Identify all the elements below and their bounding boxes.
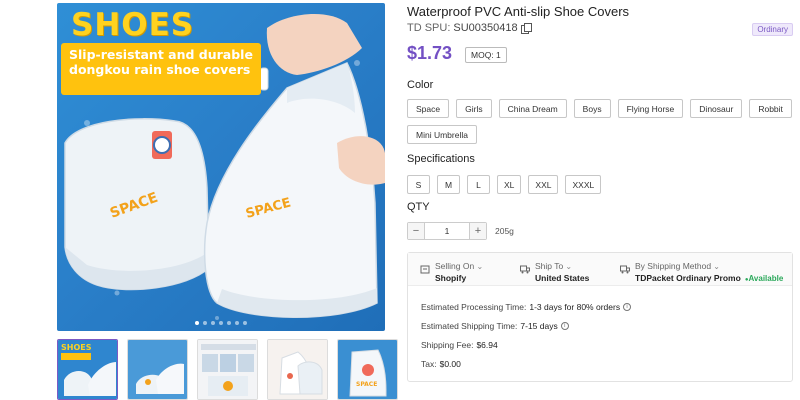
copy-icon[interactable] (520, 23, 532, 34)
thumbnail-1-caption: SHOES (61, 343, 92, 352)
quantity-stepper: − 1 + (407, 222, 487, 240)
tax-value: $0.00 (439, 359, 461, 369)
color-option[interactable]: Flying Horse (617, 99, 684, 118)
thumbnail-strip: SHOES SPACE (57, 339, 398, 400)
thumbnail-3[interactable] (197, 339, 258, 400)
selling-on-value: Shopify (435, 273, 467, 283)
product-title: Waterproof PVC Anti-slip Shoe Covers (407, 4, 630, 19)
processing-time-row: Estimated Processing Time: 1-3 days for … (421, 302, 632, 312)
product-page: SPACE SPACE SHOES Slip-resistant and dur… (0, 0, 800, 400)
shipping-fee-label: Shipping Fee: (421, 340, 474, 350)
image-banner-text: Slip-resistant and durable dongkou rain … (69, 47, 253, 77)
carousel-dot[interactable] (203, 321, 207, 325)
truck-icon (520, 265, 530, 274)
carousel-dots[interactable] (57, 321, 385, 325)
delivery-truck-icon (620, 265, 630, 274)
spu-row: TD SPU: SU00350418 (407, 22, 532, 34)
shipping-time-row: Estimated Shipping Time: 7-15 days i (421, 321, 569, 331)
qty-increment-button[interactable]: + (470, 223, 486, 239)
image-headline: SHOES (71, 7, 195, 43)
carousel-dot[interactable] (219, 321, 223, 325)
qty-row: − 1 + 205g (407, 222, 514, 240)
processing-time-label: Estimated Processing Time: (421, 302, 527, 312)
shipping-fee-row: Shipping Fee: $6.94 (421, 340, 498, 350)
spu-value: SU00350418 (453, 22, 518, 34)
color-option[interactable]: Dinosaur (690, 99, 743, 118)
size-options: S M L XL XXL XXXL (407, 175, 793, 194)
size-option[interactable]: XXXL (565, 175, 602, 194)
carousel-dot[interactable] (195, 321, 199, 325)
ship-to-label: Ship To (535, 261, 589, 271)
size-option[interactable]: XL (497, 175, 522, 194)
color-option[interactable]: Space (407, 99, 450, 118)
processing-time-value: 1-3 days for 80% orders (529, 302, 621, 312)
specifications-label: Specifications (407, 153, 475, 165)
image-banner: Slip-resistant and durable dongkou rain … (61, 43, 261, 95)
carousel-dot[interactable] (211, 321, 215, 325)
size-option[interactable]: M (437, 175, 460, 194)
ship-to-value: United States (535, 273, 590, 283)
spu-label: TD SPU: (407, 22, 451, 34)
color-label: Color (407, 79, 434, 91)
qty-label: QTY (407, 201, 430, 213)
tax-label: Tax: (421, 359, 437, 369)
size-option[interactable]: L (467, 175, 490, 194)
ordinary-badge: Ordinary (752, 23, 793, 36)
color-option[interactable]: Mini Umbrella (407, 125, 477, 144)
qty-decrement-button[interactable]: − (408, 223, 424, 239)
main-product-image[interactable]: SPACE SPACE SHOES Slip-resistant and dur… (57, 3, 385, 331)
ship-to-selector[interactable]: Ship To United States (520, 261, 589, 283)
color-option[interactable]: Boys (573, 99, 611, 118)
color-option[interactable]: China Dream (498, 99, 567, 118)
store-icon (420, 265, 430, 274)
moq-badge: MOQ: 1 (465, 47, 507, 63)
shipping-time-value: 7-15 days (520, 321, 558, 331)
qty-input[interactable]: 1 (424, 223, 470, 239)
info-icon[interactable]: i (560, 322, 569, 330)
thumbnail-4[interactable] (267, 339, 328, 400)
carousel-dot[interactable] (235, 321, 239, 325)
selling-on-selector[interactable]: Selling On Shopify (420, 261, 483, 283)
product-price: $1.73 (407, 43, 453, 63)
tax-row: Tax: $0.00 (421, 359, 461, 369)
shipping-method-value: TDPacket Ordinary Promo (635, 273, 741, 283)
shipping-method-selector[interactable]: By Shipping Method TDPacket Ordinary Pro… (620, 261, 783, 283)
svg-text:SPACE: SPACE (356, 381, 377, 388)
shipping-time-label: Estimated Shipping Time: (421, 321, 518, 331)
info-icon[interactable]: i (623, 303, 632, 311)
carousel-dot[interactable] (243, 321, 247, 325)
color-option[interactable]: Robbit (749, 99, 792, 118)
carousel-dot[interactable] (227, 321, 231, 325)
shipping-panel: Selling On Shopify Ship To United States… (407, 252, 793, 382)
availability-status: Available (745, 274, 783, 283)
thumbnail-1[interactable]: SHOES (57, 339, 118, 400)
thumbnail-2[interactable] (127, 339, 188, 400)
shipping-fee-value: $6.94 (476, 340, 498, 350)
size-option[interactable]: S (407, 175, 430, 194)
product-weight: 205g (495, 226, 514, 236)
shipping-header: Selling On Shopify Ship To United States… (408, 253, 792, 286)
size-option[interactable]: XXL (528, 175, 559, 194)
shipping-method-label: By Shipping Method (635, 261, 783, 271)
thumbnail-5[interactable]: SPACE (337, 339, 398, 400)
shipping-method-row: TDPacket Ordinary Promo Available (635, 273, 783, 283)
selling-on-label: Selling On (435, 261, 483, 271)
color-options: Space Girls China Dream Boys Flying Horse Din… (407, 99, 793, 144)
color-option[interactable]: Girls (456, 99, 492, 118)
